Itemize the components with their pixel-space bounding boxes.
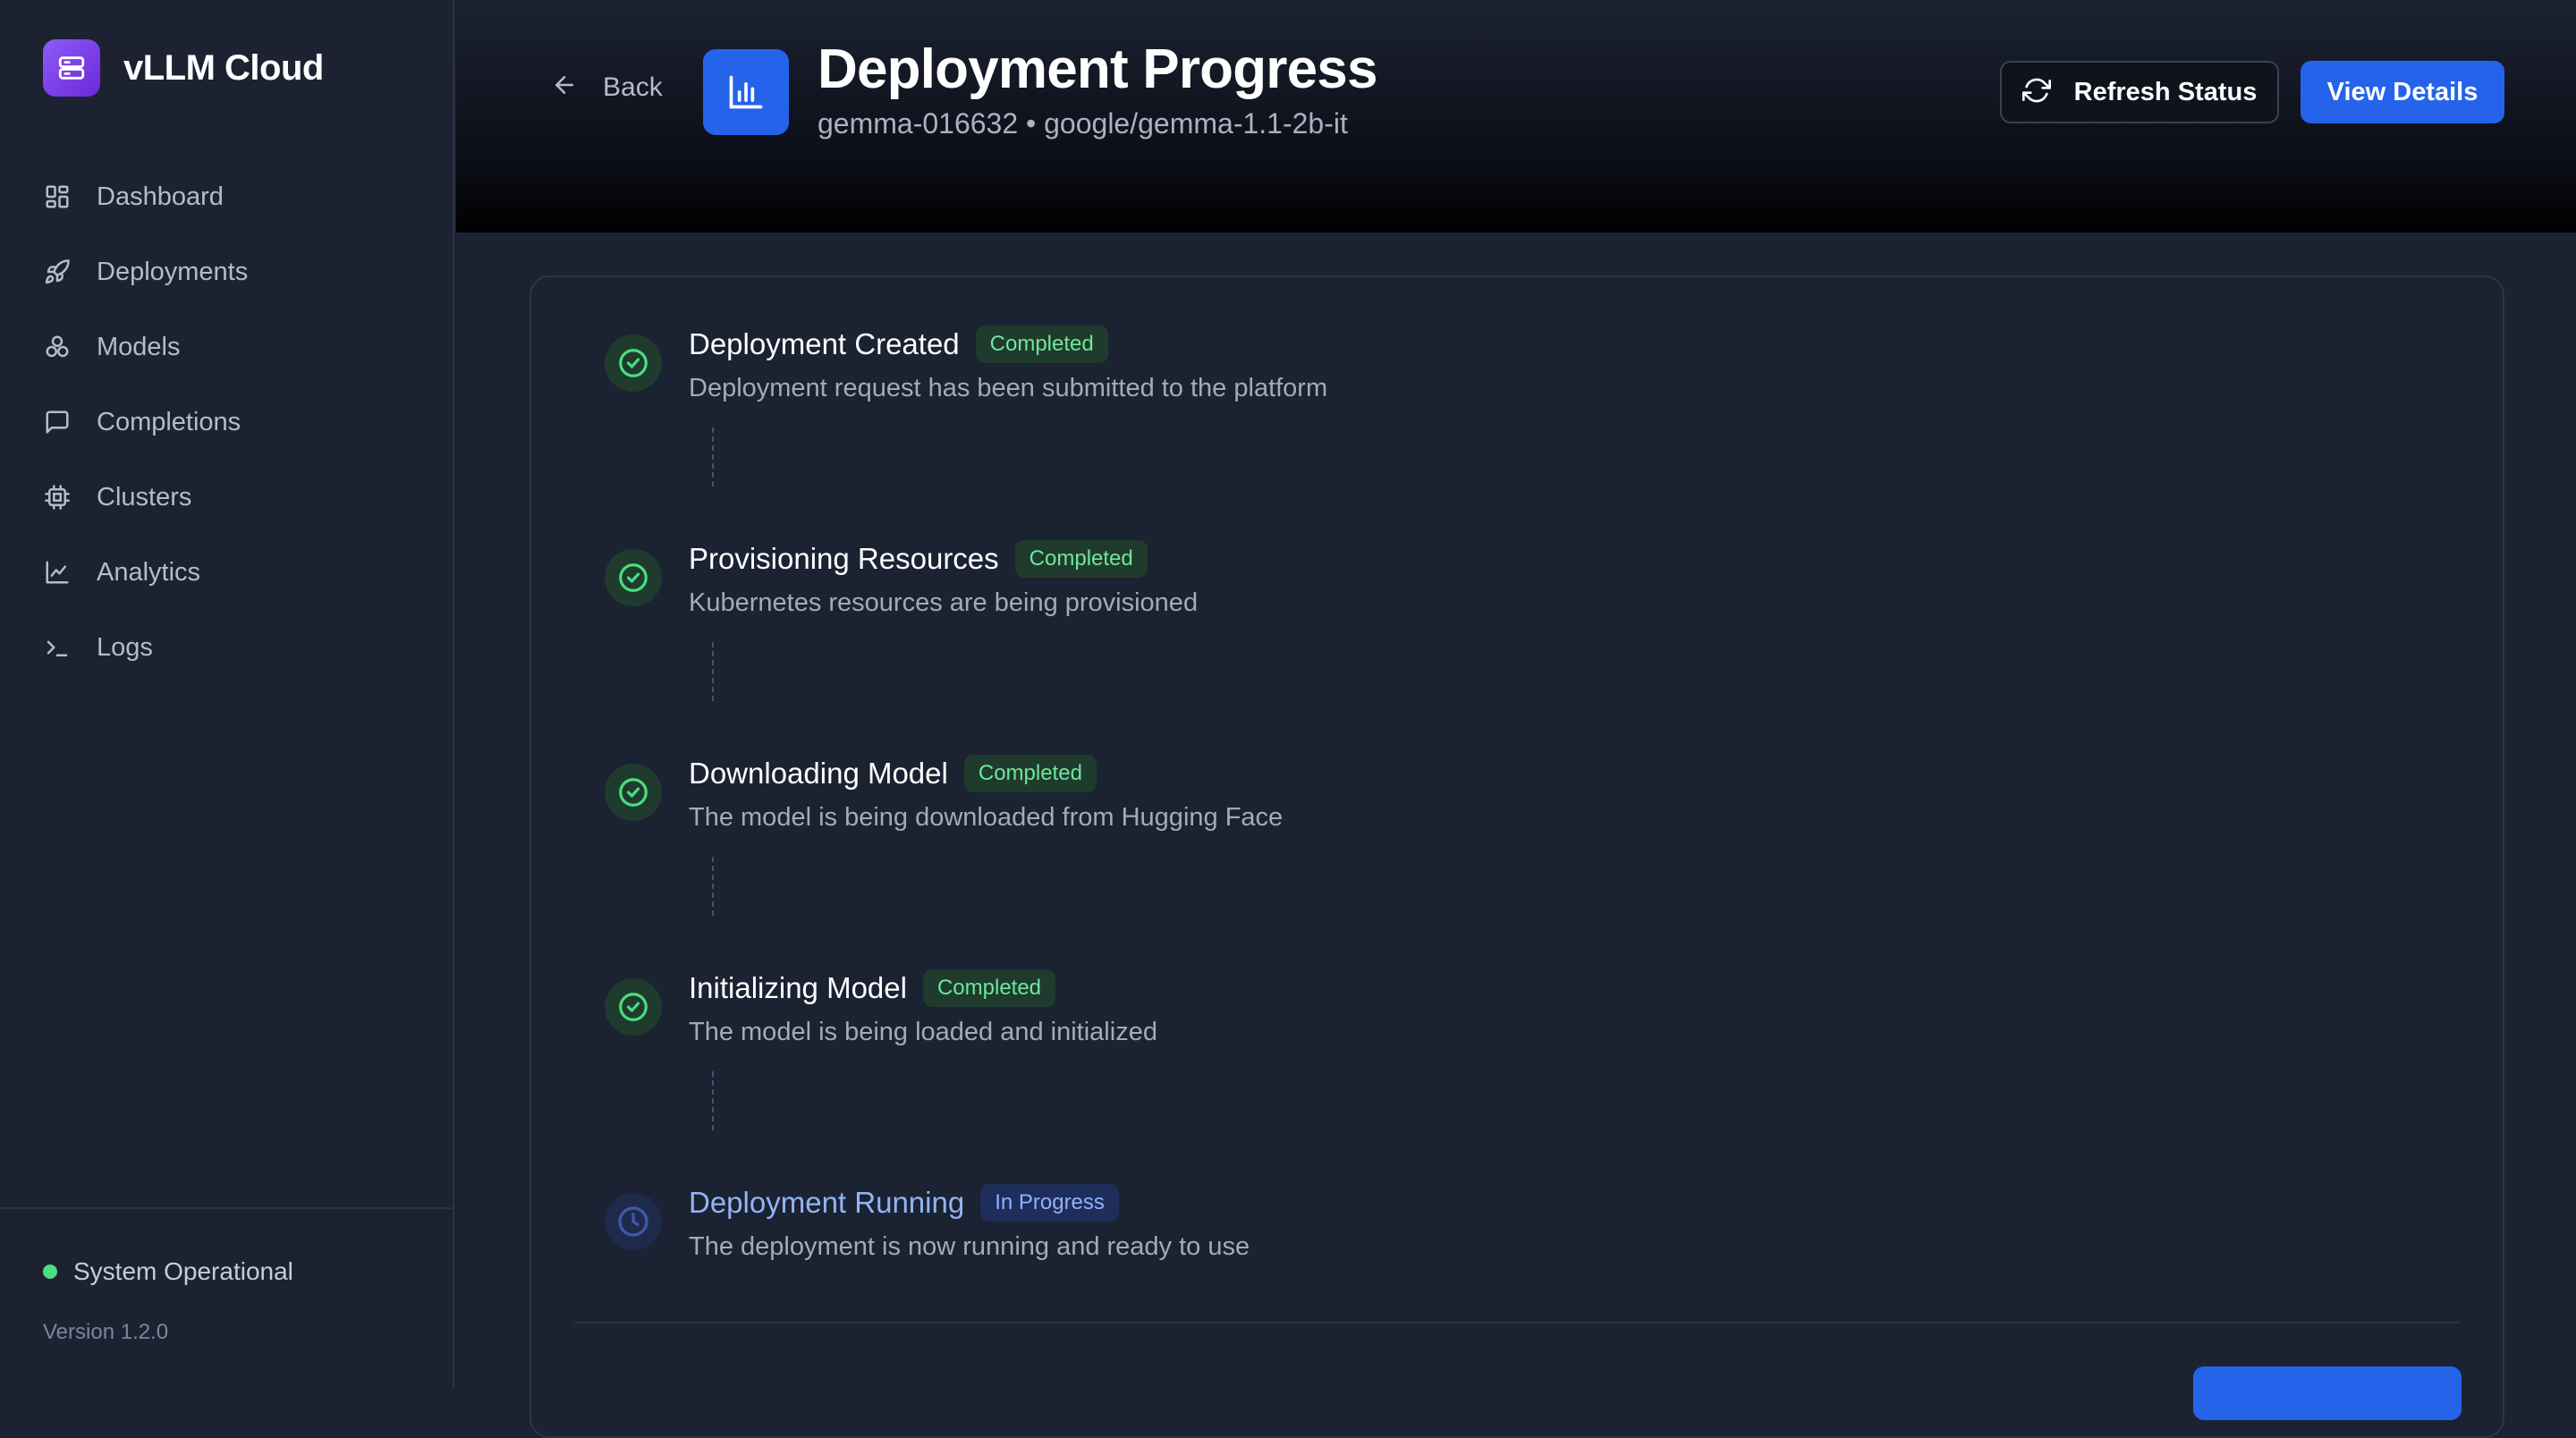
sidebar-item-dashboard[interactable]: Dashboard <box>43 159 419 234</box>
refresh-label: Refresh Status <box>2073 77 2258 106</box>
step-title: Deployment Running <box>689 1186 965 1219</box>
sidebar-item-models[interactable]: Models <box>43 309 419 385</box>
step-header: Downloading Model Completed <box>689 755 1097 792</box>
status-text: System Operational <box>73 1257 293 1285</box>
step-header: Deployment Running In Progress <box>689 1184 1119 1222</box>
step-connector <box>712 427 714 486</box>
dashboard-icon <box>43 182 72 211</box>
sidebar-item-label: Completions <box>97 407 242 436</box>
step-title: Provisioning Resources <box>689 542 999 575</box>
sidebar-item-label: Logs <box>97 632 153 662</box>
system-status: System Operational <box>43 1257 293 1286</box>
bar-chart-icon <box>703 49 789 135</box>
chip-icon <box>43 483 72 512</box>
arrow-left-icon <box>551 72 578 103</box>
sidebar-item-completions[interactable]: Completions <box>43 385 419 460</box>
sidebar-item-label: Deployments <box>97 257 249 286</box>
brand-name: vLLM Cloud <box>123 47 324 88</box>
step-title: Downloading Model <box>689 757 948 790</box>
step-description: The model is being downloaded from Huggi… <box>689 803 1284 832</box>
brand[interactable]: vLLM Cloud <box>43 39 324 97</box>
version-text: Version 1.2.0 <box>43 1320 169 1344</box>
progress-card: Deployment Created Completed Deployment … <box>530 275 2504 1438</box>
sidebar-item-analytics[interactable]: Analytics <box>43 535 419 610</box>
sidebar-item-label: Dashboard <box>97 182 224 211</box>
status-badge: Completed <box>975 326 1108 363</box>
card-divider <box>574 1322 2460 1324</box>
step-header: Initializing Model Completed <box>689 969 1056 1007</box>
status-badge: Completed <box>922 969 1056 1007</box>
sidebar-item-logs[interactable]: Logs <box>43 610 419 685</box>
step-connector <box>712 857 714 916</box>
view-details-button[interactable]: View Details <box>2301 61 2504 123</box>
clock-icon <box>605 1193 662 1250</box>
check-circle-icon <box>605 549 662 606</box>
terminal-icon <box>43 633 72 662</box>
sidebar-item-clusters[interactable]: Clusters <box>43 460 419 535</box>
step-connector <box>712 1071 714 1130</box>
refresh-status-button[interactable]: Refresh Status <box>2000 61 2279 123</box>
step-description: Deployment request has been submitted to… <box>689 374 1328 402</box>
page-title: Deployment Progress <box>818 38 1377 100</box>
step-description: Kubernetes resources are being provision… <box>689 588 1199 617</box>
page-subtitle: gemma-016632 • google/gemma-1.1-2b-it <box>818 107 1348 140</box>
chart-line-icon <box>43 558 72 587</box>
sidebar-item-label: Clusters <box>97 482 192 512</box>
step-connector <box>712 642 714 701</box>
status-badge: Completed <box>963 755 1097 792</box>
check-circle-icon <box>605 764 662 821</box>
step-title: Initializing Model <box>689 971 907 1004</box>
step-header: Provisioning Resources Completed <box>689 540 1148 578</box>
status-badge: In Progress <box>980 1184 1119 1222</box>
sidebar-item-label: Analytics <box>97 557 201 587</box>
view-details-label: View Details <box>2326 77 2479 106</box>
server-logo-icon <box>43 39 100 97</box>
sidebar-item-label: Models <box>97 332 181 361</box>
step-title: Deployment Created <box>689 327 960 360</box>
step-header: Deployment Created Completed <box>689 326 1108 363</box>
check-circle-icon <box>605 978 662 1036</box>
chat-icon <box>43 408 72 436</box>
sidebar-item-deployments[interactable]: Deployments <box>43 234 419 309</box>
models-icon <box>43 333 72 361</box>
rocket-icon <box>43 258 72 286</box>
step-description: The deployment is now running and ready … <box>689 1232 1250 1261</box>
check-circle-icon <box>605 334 662 392</box>
sidebar-footer: System Operational Version 1.2.0 <box>0 1207 453 1388</box>
status-dot-icon <box>43 1265 57 1279</box>
back-label: Back <box>603 72 663 102</box>
back-button[interactable]: Back <box>551 72 663 103</box>
sidebar: vLLM Cloud Dashboard Deployments Models … <box>0 0 454 1388</box>
step-description: The model is being loaded and initialize… <box>689 1018 1157 1046</box>
card-action-button[interactable] <box>2193 1366 2462 1420</box>
status-badge: Completed <box>1014 540 1148 578</box>
refresh-icon <box>2021 76 2051 109</box>
sidebar-nav: Dashboard Deployments Models Completions… <box>43 159 419 685</box>
page-header: Back Deployment Progress gemma-016632 • … <box>456 0 2576 233</box>
